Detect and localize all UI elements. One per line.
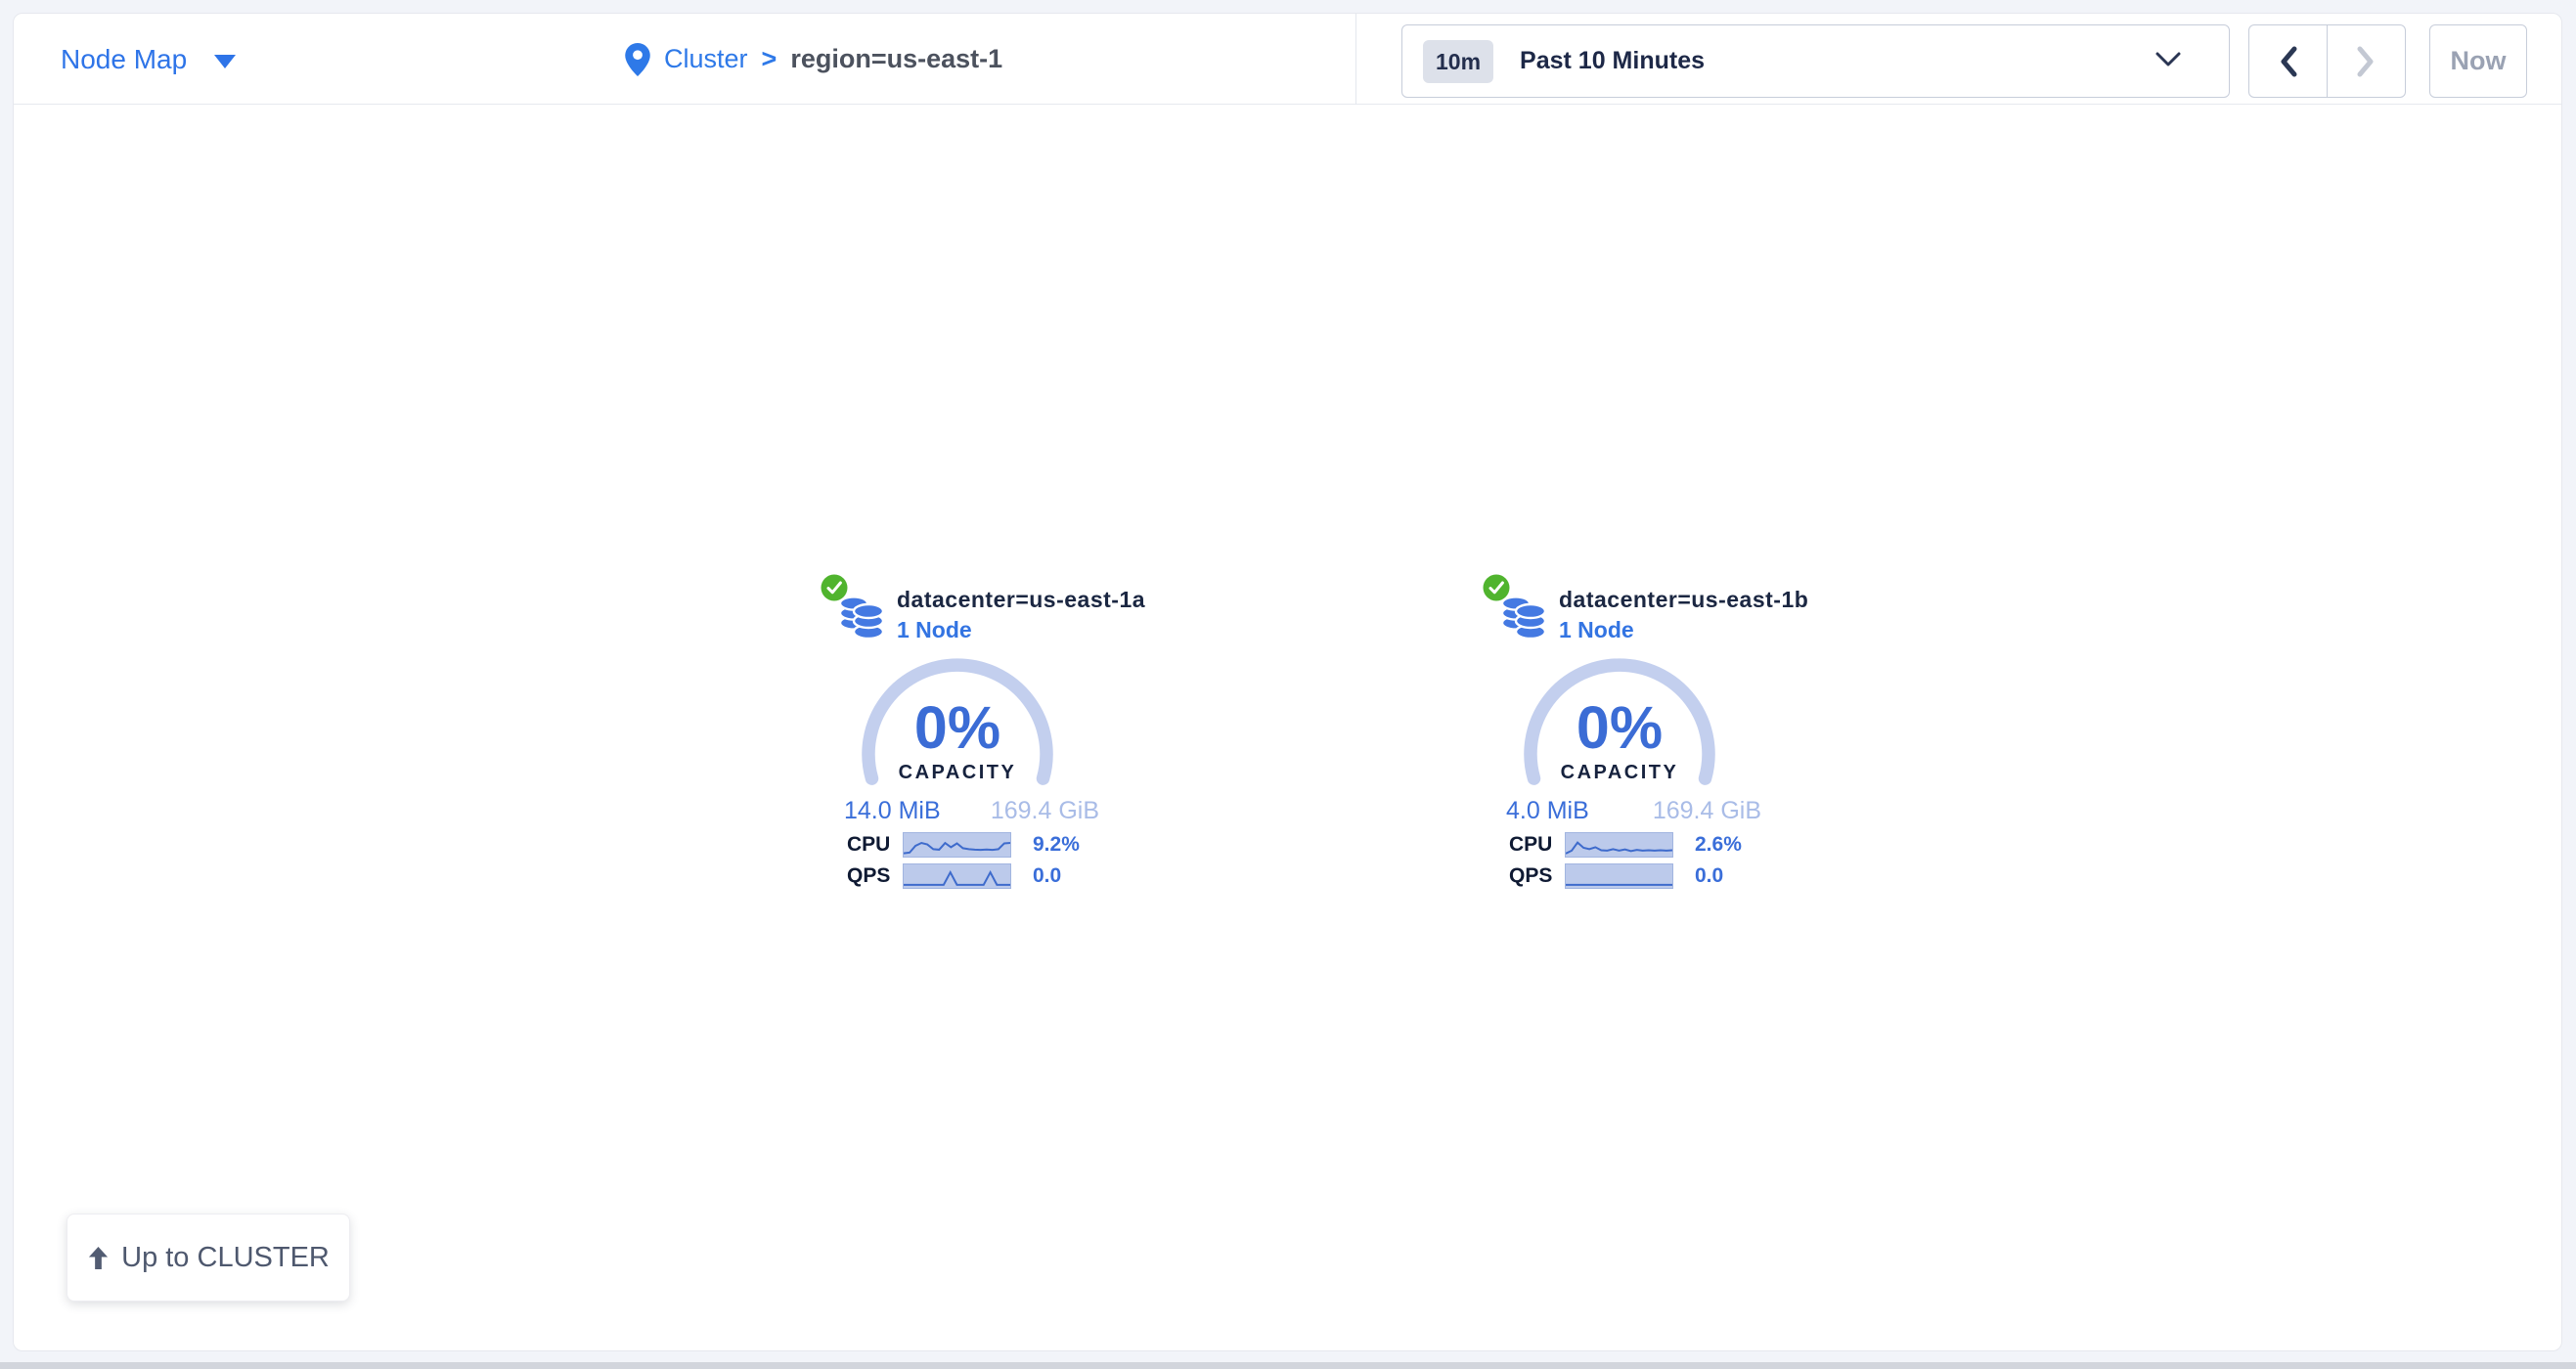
app-panel: Node Map Cluster > region=us-east-1 10m …: [13, 13, 2562, 1351]
qps-value: 0.0: [1695, 864, 1723, 888]
capacity-values-row: 14.0 MiB 169.4 GiB: [844, 797, 1099, 825]
time-nav-group: [2248, 24, 2406, 98]
breadcrumb-current-region: region=us-east-1: [790, 44, 1002, 74]
cpu-sparkline: [1565, 832, 1673, 858]
up-to-cluster-label: Up to CLUSTER: [121, 1242, 330, 1274]
header-divider: [1355, 14, 1356, 105]
database-stack-icon: [838, 592, 884, 640]
up-to-cluster-button[interactable]: Up to CLUSTER: [67, 1214, 350, 1302]
cpu-label: CPU: [1509, 833, 1565, 857]
view-mode-label: Node Map: [61, 44, 187, 75]
datacenter-node-count: 1 Node: [897, 617, 972, 643]
now-button[interactable]: Now: [2429, 24, 2527, 98]
capacity-percent: 0%: [857, 693, 1058, 762]
location-pin-icon: [625, 43, 650, 76]
capacity-total: 169.4 GiB: [991, 797, 1099, 825]
chevron-left-icon: [2279, 45, 2298, 78]
cpu-metric-row: CPU 2.6%: [1509, 831, 1742, 858]
view-mode-dropdown[interactable]: Node Map: [61, 14, 236, 105]
capacity-values-row: 4.0 MiB 169.4 GiB: [1506, 797, 1761, 825]
qps-sparkline: [903, 863, 1011, 889]
qps-metric-row: QPS 0.0: [847, 862, 1061, 889]
capacity-label: CAPACITY: [857, 762, 1058, 784]
time-prev-button[interactable]: [2248, 24, 2328, 98]
qps-sparkline: [1565, 863, 1673, 889]
cpu-label: CPU: [847, 833, 903, 857]
breadcrumb: Cluster > region=us-east-1: [625, 14, 1002, 105]
chevron-down-icon: [2155, 52, 2181, 67]
database-stack-icon: [1500, 592, 1546, 640]
arrow-up-icon: [87, 1245, 110, 1271]
qps-metric-row: QPS 0.0: [1509, 862, 1723, 889]
datacenter-node-count: 1 Node: [1559, 617, 1634, 643]
cpu-sparkline: [903, 832, 1011, 858]
datacenter-name: datacenter=us-east-1b: [1559, 587, 1808, 613]
chevron-right-icon: [2356, 45, 2376, 78]
cpu-value: 9.2%: [1033, 833, 1080, 857]
qps-value: 0.0: [1033, 864, 1061, 888]
cpu-value: 2.6%: [1695, 833, 1742, 857]
datacenter-name: datacenter=us-east-1a: [897, 587, 1145, 613]
capacity-total: 169.4 GiB: [1653, 797, 1761, 825]
time-range-dropdown[interactable]: 10m Past 10 Minutes: [1401, 24, 2230, 98]
header-bar: Node Map Cluster > region=us-east-1 10m …: [14, 14, 2561, 105]
capacity-used: 4.0 MiB: [1506, 797, 1589, 825]
capacity-label: CAPACITY: [1519, 762, 1720, 784]
qps-label: QPS: [1509, 864, 1565, 888]
time-range-label: Past 10 Minutes: [1520, 47, 1705, 75]
window-bottom-edge: [0, 1362, 2576, 1369]
capacity-used: 14.0 MiB: [844, 797, 941, 825]
cpu-metric-row: CPU 9.2%: [847, 831, 1080, 858]
time-range-badge: 10m: [1423, 40, 1493, 83]
breadcrumb-cluster-link[interactable]: Cluster: [664, 44, 748, 74]
qps-label: QPS: [847, 864, 903, 888]
capacity-percent: 0%: [1519, 693, 1720, 762]
time-next-button[interactable]: [2327, 24, 2406, 98]
caret-down-icon: [214, 55, 236, 68]
breadcrumb-separator: >: [762, 44, 777, 74]
